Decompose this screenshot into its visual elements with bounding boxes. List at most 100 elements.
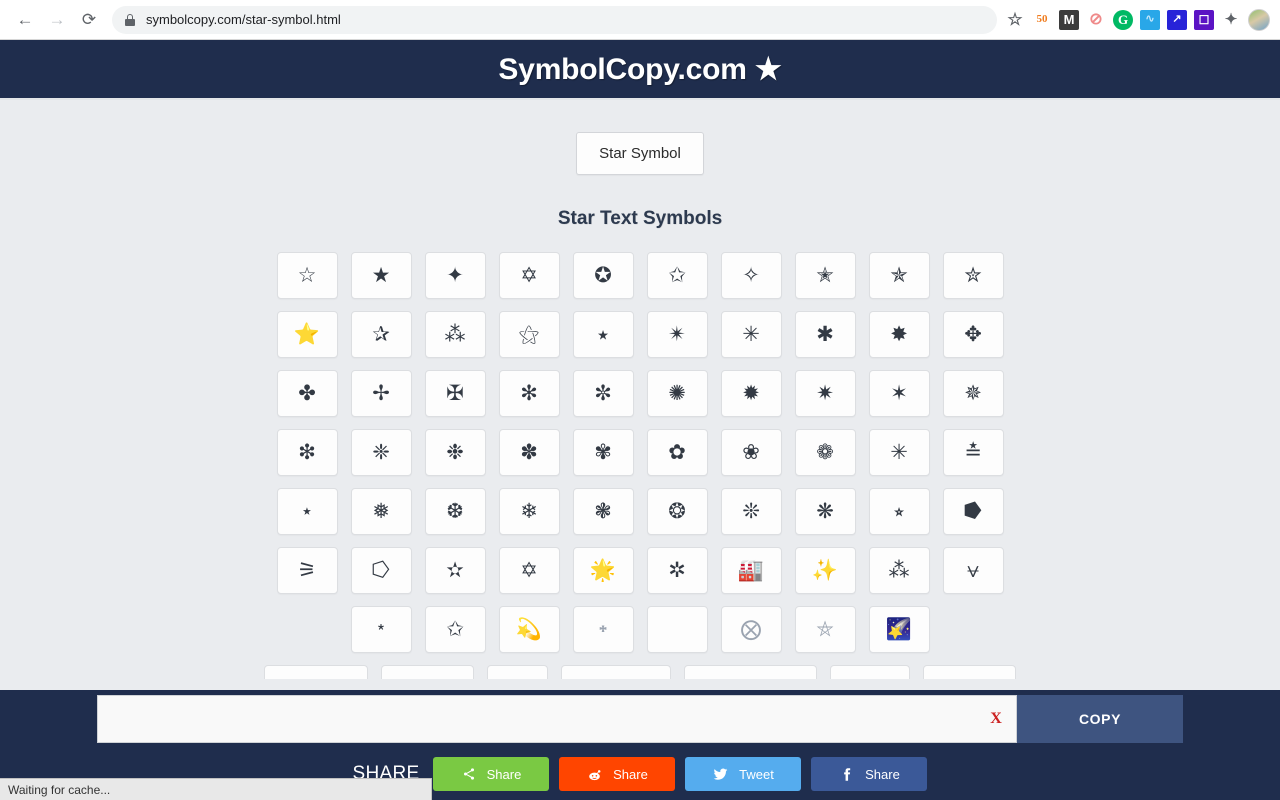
symbol-cell[interactable]: ⁂ xyxy=(869,547,930,594)
symbol-cell[interactable]: ⨂ xyxy=(721,606,782,653)
symbol-cell[interactable]: ✳ xyxy=(869,429,930,476)
symbol-cell[interactable]: 🌟 xyxy=(573,547,634,594)
symbol-cell[interactable]: ✫ xyxy=(425,547,486,594)
copy-button[interactable]: COPY xyxy=(1017,695,1183,743)
share-reddit-button[interactable]: Share xyxy=(559,757,675,791)
share-facebook-button[interactable]: Share xyxy=(811,757,927,791)
symbol-cell[interactable]: ✷ xyxy=(795,370,856,417)
clear-input-button[interactable]: X xyxy=(976,710,1016,728)
symbol-cell[interactable]: ⭔ xyxy=(351,547,412,594)
symbol-cell[interactable]: ✩ xyxy=(425,606,486,653)
tab-star-symbol[interactable]: Star Symbol xyxy=(576,132,704,175)
symbol-cell[interactable]: ✵ xyxy=(943,370,1004,417)
symbol-cell[interactable]: ✢ xyxy=(351,370,412,417)
symbol-cell[interactable]: ⩝ xyxy=(943,547,1004,594)
bookmark-star-icon[interactable]: ☆ xyxy=(1005,10,1025,30)
symbol-cell[interactable]: ❋ xyxy=(795,488,856,535)
partial-cell[interactable] xyxy=(264,665,368,679)
symbol-cell[interactable]: ⭓ xyxy=(943,488,1004,535)
symbol-cell[interactable]: ⭑ xyxy=(573,311,634,358)
symbol-cell[interactable]: ❊ xyxy=(721,488,782,535)
symbol-cell[interactable]: ❇ xyxy=(277,429,338,476)
twitter-bird-icon xyxy=(713,767,728,782)
symbol-cell[interactable]: ≛ xyxy=(943,429,1004,476)
symbol-cell[interactable]: ✴ xyxy=(647,311,708,358)
symbol-cell[interactable]: ✱ xyxy=(795,311,856,358)
address-bar[interactable]: symbolcopy.com/star-symbol.html xyxy=(112,6,997,34)
symbol-cell[interactable]: ✧ xyxy=(721,252,782,299)
symbol-cell[interactable]: ❃ xyxy=(573,488,634,535)
share-generic-button[interactable]: Share xyxy=(433,757,549,791)
extensions-puzzle-icon[interactable]: ✦ xyxy=(1221,10,1241,30)
extension-analytics-icon[interactable]: ↗ xyxy=(1167,10,1187,30)
partial-cell[interactable] xyxy=(830,665,910,679)
symbol-cell[interactable]: 🏭 xyxy=(721,547,782,594)
symbol-cell[interactable]: ❉ xyxy=(425,429,486,476)
symbol-cell[interactable]: ✳ xyxy=(721,311,782,358)
symbol-cell[interactable]: ★ xyxy=(351,252,412,299)
symbol-cell[interactable]: ✤ xyxy=(277,370,338,417)
symbol-cell[interactable]: ☆ xyxy=(277,252,338,299)
partial-cell[interactable] xyxy=(684,665,818,679)
symbol-cell[interactable]: ❂ xyxy=(647,488,708,535)
back-icon[interactable]: ← xyxy=(10,5,40,35)
partial-cell[interactable] xyxy=(561,665,671,679)
symbol-cell[interactable]: ✮ xyxy=(943,252,1004,299)
symbol-cell[interactable]: ✹ xyxy=(721,370,782,417)
forward-icon[interactable]: → xyxy=(42,5,72,35)
extension-m-icon[interactable]: M xyxy=(1059,10,1079,30)
symbol-cell[interactable]: ✺ xyxy=(647,370,708,417)
category-tabs: Star Symbol xyxy=(0,132,1280,175)
share-twitter-button[interactable]: Tweet xyxy=(685,757,801,791)
symbol-cell[interactable]: ﹡ xyxy=(351,606,412,653)
symbol-cell[interactable]: ❈ xyxy=(351,429,412,476)
symbol-cell[interactable]: 🌠 xyxy=(869,606,930,653)
symbol-cell[interactable]: ✶ xyxy=(869,370,930,417)
symbol-cell[interactable]: ✿ xyxy=(647,429,708,476)
symbol-cell[interactable]: ✨ xyxy=(795,547,856,594)
symbol-cell[interactable]: ❅ xyxy=(351,488,412,535)
symbol-cell[interactable]: ⭐ xyxy=(277,311,338,358)
symbol-cell[interactable]: ✠ xyxy=(425,370,486,417)
symbol-cell[interactable]: ✭ xyxy=(795,252,856,299)
copy-input[interactable] xyxy=(98,696,976,742)
extension-50-icon[interactable]: 50 xyxy=(1032,10,1052,30)
symbol-cell[interactable]: ❄ xyxy=(499,488,560,535)
symbol-cell[interactable]: ⚝ xyxy=(499,311,560,358)
symbol-cell[interactable]: ⚞ xyxy=(277,547,338,594)
symbol-cell[interactable]: ✦ xyxy=(425,252,486,299)
symbol-cell[interactable]: ᝘ xyxy=(647,606,708,653)
partial-cell[interactable] xyxy=(381,665,474,679)
symbol-cell[interactable]: ✻ xyxy=(499,370,560,417)
symbol-cell[interactable]: 💫 xyxy=(499,606,560,653)
symbol-cell[interactable]: ❆ xyxy=(425,488,486,535)
symbol-cell[interactable]: ✼ xyxy=(573,370,634,417)
symbol-cell[interactable]: ⋆ xyxy=(277,488,338,535)
symbol-cell[interactable]: ✽ xyxy=(499,429,560,476)
partial-cell[interactable] xyxy=(923,665,1016,679)
partial-cell[interactable] xyxy=(487,665,548,679)
symbol-cell[interactable]: ✰ xyxy=(351,311,412,358)
symbol-cell[interactable]: ❀ xyxy=(721,429,782,476)
share-network-icon xyxy=(462,767,476,781)
extension-document-icon[interactable]: ☐ xyxy=(1194,10,1214,30)
symbol-cell[interactable]: ✲ xyxy=(647,547,708,594)
symbol-cell[interactable]: ❁ xyxy=(795,429,856,476)
symbol-cell[interactable]: ᛭ xyxy=(573,606,634,653)
symbol-cell[interactable]: ⁂ xyxy=(425,311,486,358)
symbol-cell[interactable]: ✯ xyxy=(869,252,930,299)
extension-grammarly-icon[interactable]: G xyxy=(1113,10,1133,30)
symbol-cell[interactable]: ✡ xyxy=(499,547,560,594)
symbol-cell[interactable]: ⭒ xyxy=(869,488,930,535)
symbol-cell[interactable]: ⛤ xyxy=(795,606,856,653)
extension-wave-icon[interactable]: ∿ xyxy=(1140,10,1160,30)
symbol-cell[interactable]: ✩ xyxy=(647,252,708,299)
symbol-cell[interactable]: ✸ xyxy=(869,311,930,358)
symbol-cell[interactable]: ✥ xyxy=(943,311,1004,358)
reload-icon[interactable]: ⟳ xyxy=(74,5,104,35)
symbol-cell[interactable]: ✪ xyxy=(573,252,634,299)
symbol-cell[interactable]: ✡ xyxy=(499,252,560,299)
symbol-cell[interactable]: ✾ xyxy=(573,429,634,476)
profile-avatar[interactable] xyxy=(1248,9,1270,31)
extension-blocker-icon[interactable]: ⊘ xyxy=(1086,10,1106,30)
